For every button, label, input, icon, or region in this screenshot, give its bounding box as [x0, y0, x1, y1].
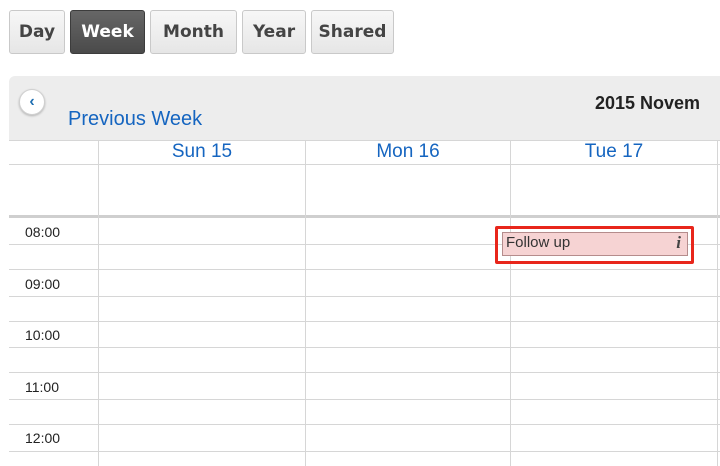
- grid-line: [9, 269, 720, 270]
- previous-week-link[interactable]: Previous Week: [68, 108, 202, 131]
- column-divider: [98, 140, 99, 466]
- column-divider: [305, 140, 306, 466]
- all-day-separator: [9, 215, 720, 218]
- column-header-mon-16[interactable]: Mon 16: [306, 140, 510, 164]
- month-view-button[interactable]: Month: [150, 10, 237, 54]
- grid-line: [9, 347, 720, 348]
- week-grid: Sun 15 Mon 16 Tue 17 08:00 09:00 10:00 1…: [9, 140, 720, 466]
- event-title: Follow up: [506, 234, 571, 251]
- grid-line: [9, 451, 720, 452]
- week-view-button[interactable]: Week: [70, 10, 145, 54]
- grid-line: [9, 399, 720, 400]
- grid-line: [9, 424, 720, 425]
- time-label: 11:00: [25, 379, 59, 395]
- chevron-left-icon[interactable]: ‹: [19, 89, 45, 115]
- column-header-tue-17[interactable]: Tue 17: [511, 140, 717, 164]
- day-view-button[interactable]: Day: [9, 10, 65, 54]
- grid-line: [9, 296, 720, 297]
- time-label: 08:00: [25, 224, 61, 240]
- calendar-header: ‹ Previous Week 2015 Novem: [9, 76, 720, 140]
- calendar-view-switcher: Day Week Month Year Shared: [9, 10, 394, 54]
- calendar-event[interactable]: Follow up i: [502, 232, 688, 256]
- grid-line: [9, 372, 720, 373]
- column-header-sun-15[interactable]: Sun 15: [99, 140, 305, 164]
- info-icon[interactable]: i: [676, 233, 681, 253]
- time-label: 09:00: [25, 276, 61, 292]
- period-title: 2015 Novem: [595, 93, 701, 113]
- grid-line: [9, 164, 720, 165]
- time-label: 12:00: [25, 430, 61, 446]
- shared-view-button[interactable]: Shared: [311, 10, 394, 54]
- time-label: 10:00: [25, 327, 61, 343]
- column-divider: [717, 140, 718, 466]
- year-view-button[interactable]: Year: [242, 10, 306, 54]
- grid-line: [9, 321, 720, 322]
- column-divider: [510, 140, 511, 466]
